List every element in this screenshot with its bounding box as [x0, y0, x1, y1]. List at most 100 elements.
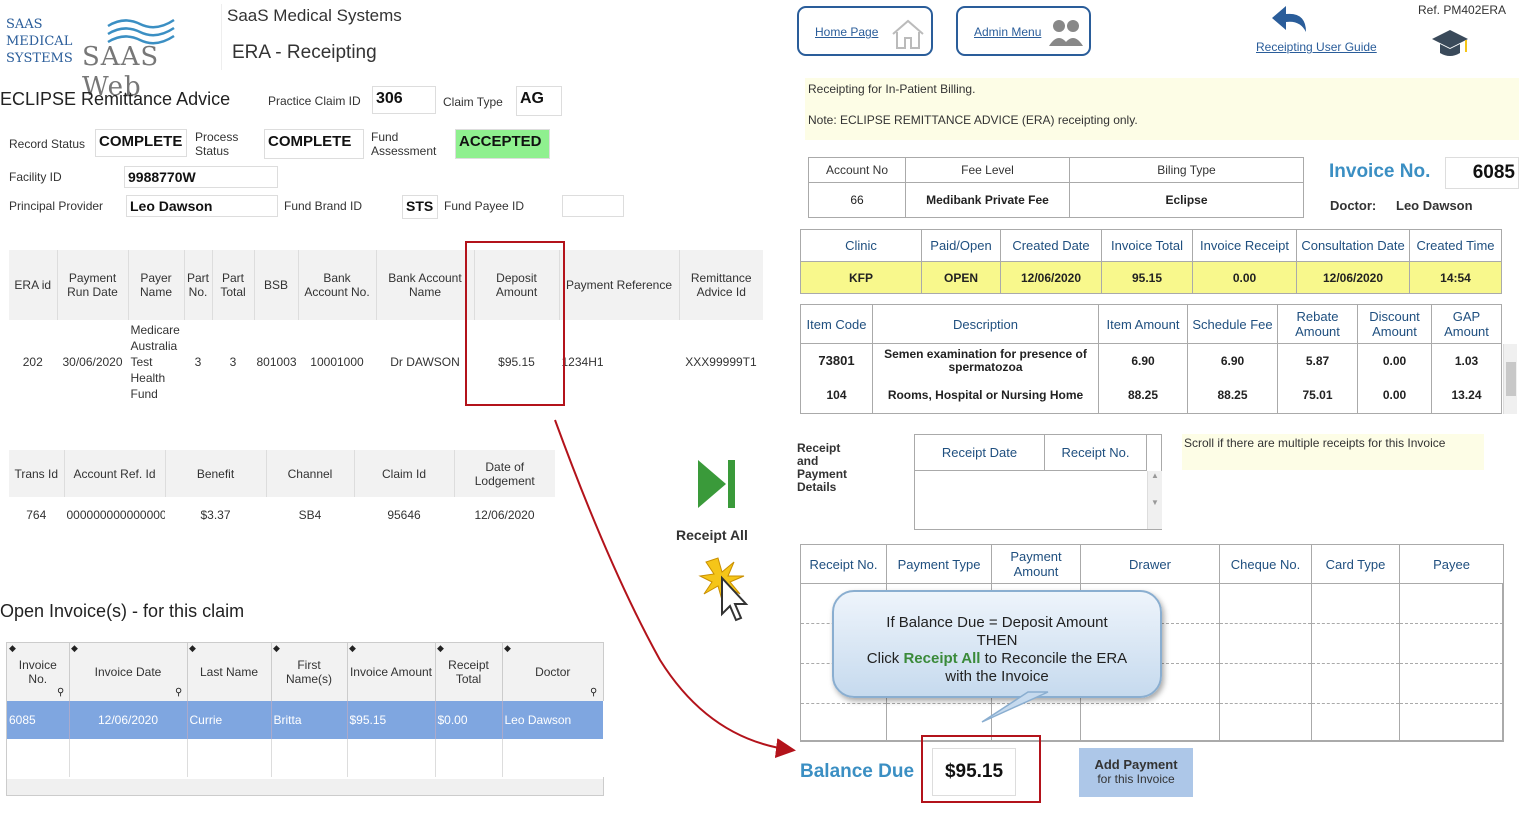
- facility-field: 9988770W: [124, 166, 278, 188]
- cell-claim-id: 95646: [354, 497, 455, 533]
- col-era-id[interactable]: ERA id: [9, 250, 58, 320]
- sort-icon[interactable]: ◆: [504, 643, 511, 654]
- fund-brand-field: STS: [402, 195, 438, 219]
- col-trans-id[interactable]: Trans Id: [9, 450, 65, 497]
- col-rebate-amount: Rebate Amount: [1277, 304, 1358, 344]
- cell-account-no: 66: [808, 182, 906, 218]
- col-invoice-total: Invoice Total: [1101, 229, 1193, 262]
- sort-icon[interactable]: ◆: [71, 643, 78, 654]
- admin-menu-label[interactable]: Admin Menu: [974, 25, 1041, 39]
- cell-rebate: 75.01: [1277, 377, 1358, 414]
- table-row[interactable]: 104 Rooms, Hospital or Nursing Home 88.2…: [800, 377, 1502, 414]
- process-status-label-1: Process: [195, 130, 239, 144]
- home-page-button[interactable]: Home Page: [797, 6, 933, 56]
- record-status-label: Record Status: [9, 137, 86, 151]
- receipt-list-scrollbar[interactable]: ▲ ▼: [1147, 471, 1162, 529]
- col-receipt-no: Receipt No.: [800, 544, 887, 584]
- note-line-1: Receipting for In-Patient Billing.: [808, 82, 976, 96]
- cell-channel: SB4: [266, 497, 355, 533]
- account-table: Account No Fee Level Biling Type 66 Medi…: [808, 157, 1304, 218]
- cell-invoice-date: 12/06/2020: [69, 701, 188, 739]
- invoice-summary-table: Clinic Paid/Open Created Date Invoice To…: [800, 229, 1502, 294]
- graduation-cap-icon[interactable]: [1430, 28, 1470, 60]
- col-channel[interactable]: Channel: [266, 450, 355, 497]
- search-icon[interactable]: ⚲: [175, 687, 182, 698]
- cell-reference: 1234H1: [559, 320, 680, 404]
- cell-schedule-fee: 6.90: [1187, 343, 1278, 378]
- callout-line-1: If Balance Due = Deposit Amount: [886, 614, 1108, 631]
- receipting-guide-link[interactable]: Receipting User Guide: [1256, 40, 1377, 54]
- admin-menu-button[interactable]: Admin Menu: [956, 6, 1091, 56]
- back-arrow-icon[interactable]: [1270, 4, 1310, 34]
- cell-discount: 0.00: [1357, 377, 1432, 414]
- cell-part-no: 3: [184, 320, 213, 404]
- col-payment-run-date[interactable]: Payment Run Date: [57, 250, 129, 320]
- col-drawer: Drawer: [1080, 544, 1220, 584]
- col-bsb[interactable]: BSB: [254, 250, 299, 320]
- col-last-name[interactable]: Last Name: [187, 643, 272, 701]
- fund-brand-label: Fund Brand ID: [284, 199, 363, 213]
- cell-invoice-amount: $95.15: [347, 701, 436, 739]
- col-payment-amount: Payment Amount: [991, 544, 1081, 584]
- receipt-list: Receipt Date Receipt No. ▲ ▼: [914, 434, 1162, 530]
- table-row[interactable]: 764 000000000000000 $3.37 SB4 95646 12/0…: [9, 497, 556, 533]
- col-bank-account-no[interactable]: Bank Account No.: [298, 250, 377, 320]
- col-invoice-date[interactable]: Invoice Date: [69, 643, 188, 701]
- sort-icon[interactable]: ◆: [349, 643, 356, 654]
- col-invoice-receipt: Invoice Receipt: [1192, 229, 1297, 262]
- cell-paid-open: OPEN: [921, 261, 1001, 294]
- col-payment-reference[interactable]: Payment Reference: [559, 250, 680, 320]
- cell-billing-type: Eclipse: [1069, 182, 1304, 218]
- table-row[interactable]: [7, 739, 604, 777]
- add-payment-line-2[interactable]: for this Invoice: [1079, 772, 1193, 786]
- table-row[interactable]: [800, 703, 1504, 742]
- col-card-type: Card Type: [1311, 544, 1400, 584]
- col-part-total[interactable]: Part Total: [212, 250, 255, 320]
- col-receipt-total[interactable]: Receipt Total: [435, 643, 503, 701]
- add-payment-button[interactable]: Add Payment for this Invoice: [1079, 748, 1193, 797]
- col-created-time: Created Time: [1409, 229, 1502, 262]
- practice-claim-field: 306: [372, 86, 436, 114]
- cell-remittance-id: XXX99999T1: [679, 320, 764, 404]
- callout-line-4: with the Invoice: [945, 668, 1049, 685]
- col-receipt-date: Receipt Date: [914, 434, 1045, 471]
- cell-item-desc: Rooms, Hospital or Nursing Home: [872, 377, 1099, 414]
- logo-line3: SYSTEMS: [6, 51, 73, 66]
- home-page-label[interactable]: Home Page: [815, 25, 878, 39]
- fund-payee-label: Fund Payee ID: [444, 199, 525, 213]
- users-icon: [1049, 20, 1083, 46]
- fund-assessment-label-2: Assessment: [371, 144, 437, 158]
- sort-icon[interactable]: ◆: [437, 643, 444, 654]
- col-remittance-advice-id[interactable]: Remittance Advice Id: [679, 250, 763, 320]
- add-payment-line-1[interactable]: Add Payment: [1079, 757, 1193, 772]
- col-claim-id[interactable]: Claim Id: [354, 450, 455, 497]
- items-scrollbar[interactable]: [1503, 344, 1517, 414]
- table-row[interactable]: 6085 12/06/2020 Currie Britta $95.15 $0.…: [7, 701, 604, 739]
- fund-payee-field: [562, 195, 624, 217]
- col-cheque-no: Cheque No.: [1219, 544, 1312, 584]
- sort-icon[interactable]: ◆: [9, 643, 16, 654]
- col-payer-name[interactable]: Payer Name: [128, 250, 185, 320]
- search-icon[interactable]: ⚲: [57, 687, 64, 698]
- cell-invoice-no: 6085: [7, 701, 70, 739]
- logo: SAAS MEDICAL SYSTEMS SAAS Web: [0, 4, 222, 102]
- cell-trans-id: 764: [9, 497, 65, 533]
- table-row[interactable]: 73801 Semen examination for presence of …: [800, 343, 1502, 378]
- col-first-name[interactable]: First Name(s): [271, 643, 348, 701]
- col-bank-account-name[interactable]: Bank Account Name: [376, 250, 475, 320]
- wave-icon: [107, 18, 175, 45]
- col-account-ref[interactable]: Account Ref. Id: [64, 450, 166, 497]
- callout-line-3: Click Receipt All to Reconcile the ERA: [834, 650, 1160, 668]
- practice-claim-label: Practice Claim ID: [268, 94, 361, 108]
- col-invoice-amount[interactable]: Invoice Amount: [347, 643, 436, 701]
- table-row[interactable]: 202 30/06/2020 Medicare Australia Test H…: [9, 320, 764, 404]
- col-part-no[interactable]: Part No.: [184, 250, 213, 320]
- sort-icon[interactable]: ◆: [273, 643, 280, 654]
- col-benefit[interactable]: Benefit: [165, 450, 267, 497]
- logo-line2: MEDICAL: [6, 34, 73, 49]
- sort-icon[interactable]: ◆: [189, 643, 196, 654]
- cell-invoice-receipt: 0.00: [1192, 261, 1297, 294]
- process-status-label-2: Status: [195, 144, 230, 158]
- cell-receipt-total: $0.00: [435, 701, 503, 739]
- claim-type-label: Claim Type: [443, 95, 503, 109]
